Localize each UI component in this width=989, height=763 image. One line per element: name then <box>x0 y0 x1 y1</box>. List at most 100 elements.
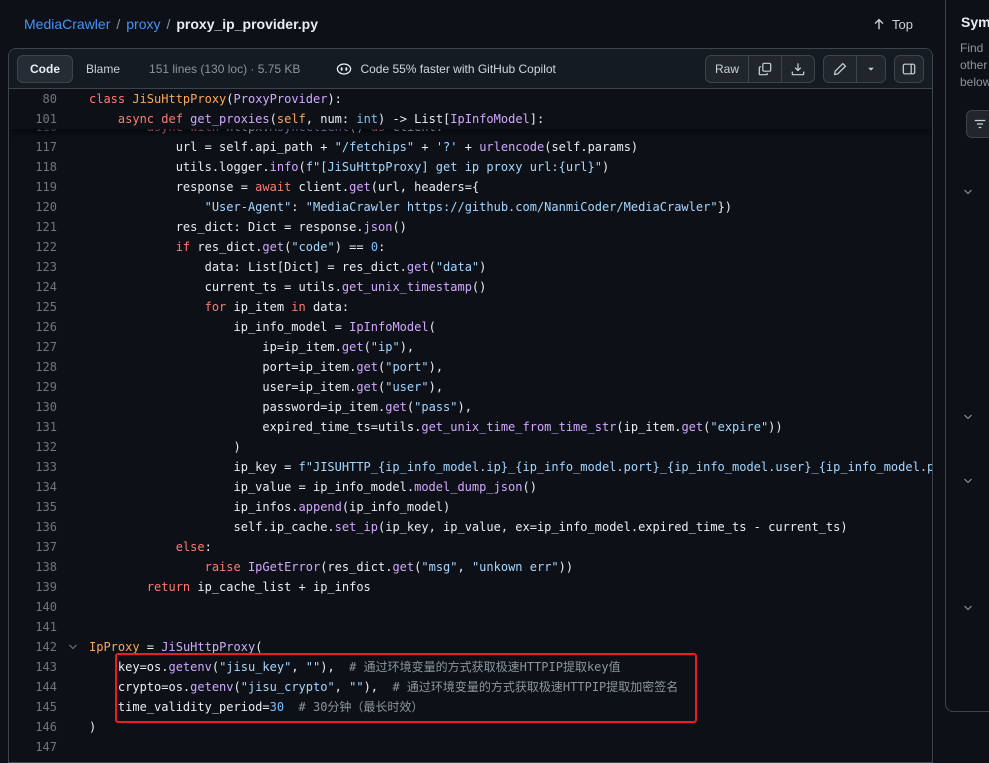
chevron-down-icon[interactable] <box>962 411 976 425</box>
code-text: ip=ip_item.get("ip"), <box>89 337 932 357</box>
code-line: 132 ) <box>9 437 932 457</box>
pencil-icon <box>833 62 847 76</box>
fold-spacer <box>57 517 89 537</box>
chevron-down-icon[interactable] <box>962 602 976 616</box>
code-line: 134 ip_value = ip_info_model.model_dump_… <box>9 477 932 497</box>
copy-button[interactable] <box>748 56 781 82</box>
file-toolbar: Code Blame 151 lines (130 loc) · 5.75 KB… <box>9 49 932 89</box>
line-number[interactable]: 119 <box>9 177 57 197</box>
chevron-down-icon <box>866 64 876 74</box>
line-number[interactable]: 80 <box>9 89 57 109</box>
line-number[interactable]: 142 <box>9 637 57 657</box>
line-number[interactable]: 124 <box>9 277 57 297</box>
line-number[interactable]: 141 <box>9 617 57 637</box>
tab-code[interactable]: Code <box>17 55 73 83</box>
line-number[interactable]: 144 <box>9 677 57 697</box>
chevron-down-icon[interactable] <box>962 475 976 489</box>
line-number[interactable]: 120 <box>9 197 57 217</box>
code-text: password=ip_item.get("pass"), <box>89 397 932 417</box>
file-view: MediaCrawler / proxy / proxy_ip_provider… <box>0 0 945 763</box>
line-number[interactable]: 140 <box>9 597 57 617</box>
chevron-down-icon[interactable] <box>962 186 976 200</box>
back-to-top-button[interactable]: Top <box>864 13 921 36</box>
code-line: 133 ip_key = f"JISUHTTP_{ip_info_model.i… <box>9 457 932 477</box>
line-number[interactable]: 145 <box>9 697 57 717</box>
line-number[interactable]: 122 <box>9 237 57 257</box>
code-line: 129 user=ip_item.get("user"), <box>9 377 932 397</box>
code-text: port=ip_item.get("port"), <box>89 357 932 377</box>
code-line: 135 ip_infos.append(ip_info_model) <box>9 497 932 517</box>
edit-button[interactable] <box>824 56 856 82</box>
line-number[interactable]: 136 <box>9 517 57 537</box>
fold-spacer <box>57 417 89 437</box>
code-text: time_validity_period=30 # 30分钟（最长时效） <box>89 697 932 717</box>
code-line: 101 async def get_proxies(self, num: int… <box>9 109 932 129</box>
code-text: ip_key = f"JISUHTTP_{ip_info_model.ip}_{… <box>89 457 932 477</box>
code-line: 127 ip=ip_item.get("ip"), <box>9 337 932 357</box>
line-number[interactable]: 132 <box>9 437 57 457</box>
download-button[interactable] <box>781 56 814 82</box>
fold-spacer <box>57 657 89 677</box>
fold-spacer <box>57 137 89 157</box>
code-text <box>89 737 932 757</box>
symbols-panel: Sym Findotherbelow <box>945 0 989 763</box>
breadcrumb-folder[interactable]: proxy <box>126 16 160 32</box>
filter-button[interactable] <box>966 110 989 138</box>
symbols-description-line: other <box>946 57 989 74</box>
code-area: 116 async with httpx.AsyncClient() as cl… <box>9 89 932 763</box>
fold-spacer <box>57 157 89 177</box>
line-number[interactable]: 123 <box>9 257 57 277</box>
line-number[interactable]: 128 <box>9 357 57 377</box>
panel-icon <box>902 62 916 76</box>
fold-spacer <box>57 277 89 297</box>
line-number[interactable]: 131 <box>9 417 57 437</box>
code-line: 121 res_dict: Dict = response.json() <box>9 217 932 237</box>
fold-spacer <box>57 717 89 737</box>
line-number[interactable]: 118 <box>9 157 57 177</box>
line-number[interactable]: 147 <box>9 737 57 757</box>
fold-spacer <box>57 617 89 637</box>
breadcrumb: MediaCrawler / proxy / proxy_ip_provider… <box>0 0 945 48</box>
code-text: ip_infos.append(ip_info_model) <box>89 497 932 517</box>
line-number[interactable]: 125 <box>9 297 57 317</box>
code-line: 137 else: <box>9 537 932 557</box>
code-line: 128 port=ip_item.get("port"), <box>9 357 932 377</box>
line-number[interactable]: 134 <box>9 477 57 497</box>
line-number[interactable]: 139 <box>9 577 57 597</box>
line-number[interactable]: 121 <box>9 217 57 237</box>
line-number[interactable]: 135 <box>9 497 57 517</box>
code-text: ip_info_model = IpInfoModel( <box>89 317 932 337</box>
tab-blame[interactable]: Blame <box>73 55 133 83</box>
fold-spacer <box>57 477 89 497</box>
raw-button[interactable]: Raw <box>706 56 748 82</box>
line-number[interactable]: 127 <box>9 337 57 357</box>
code-line: 138 raise IpGetError(res_dict.get("msg",… <box>9 557 932 577</box>
code-line: 124 current_ts = utils.get_unix_timestam… <box>9 277 932 297</box>
fold-spacer <box>57 197 89 217</box>
line-number[interactable]: 133 <box>9 457 57 477</box>
symbols-description-line: below <box>946 74 989 91</box>
line-number[interactable]: 137 <box>9 537 57 557</box>
symbols-panel-toggle-button[interactable] <box>894 55 924 83</box>
line-number[interactable]: 129 <box>9 377 57 397</box>
copilot-banner[interactable]: Code 55% faster with GitHub Copilot <box>336 61 555 77</box>
code-line: 144 crypto=os.getenv("jisu_crypto", ""),… <box>9 677 932 697</box>
line-number[interactable]: 126 <box>9 317 57 337</box>
fold-caret-icon[interactable] <box>57 637 89 657</box>
code-line: 140 <box>9 597 932 617</box>
fold-spacer <box>57 677 89 697</box>
line-number[interactable]: 117 <box>9 137 57 157</box>
edit-dropdown-button[interactable] <box>856 56 885 82</box>
line-number[interactable]: 130 <box>9 397 57 417</box>
github-code-view: MediaCrawler / proxy / proxy_ip_provider… <box>0 0 989 763</box>
code-text: expired_time_ts=utils.get_unix_time_from… <box>89 417 932 437</box>
copy-icon <box>758 62 772 76</box>
breadcrumb-separator: / <box>160 16 176 32</box>
code-text: class JiSuHttpProxy(ProxyProvider): <box>89 89 932 109</box>
code-line: 136 self.ip_cache.set_ip(ip_key, ip_valu… <box>9 517 932 537</box>
line-number[interactable]: 146 <box>9 717 57 737</box>
breadcrumb-repo[interactable]: MediaCrawler <box>24 16 110 32</box>
line-number[interactable]: 143 <box>9 657 57 677</box>
line-number[interactable]: 138 <box>9 557 57 577</box>
line-number[interactable]: 101 <box>9 109 57 129</box>
